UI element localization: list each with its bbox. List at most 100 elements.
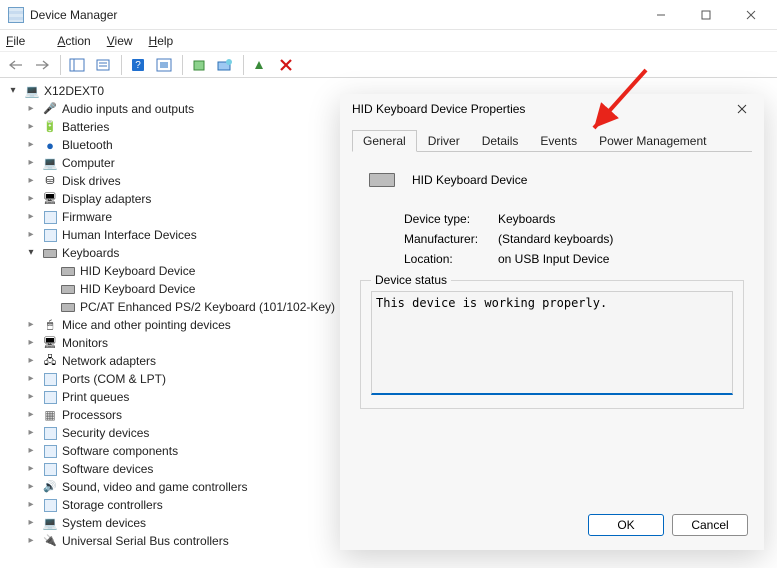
audio-icon <box>42 101 58 117</box>
expander-icon[interactable] <box>24 156 38 170</box>
app-icon <box>8 7 24 23</box>
pc-icon <box>42 515 58 531</box>
menu-view[interactable]: View <box>107 34 133 48</box>
tab-events[interactable]: Events <box>529 130 588 151</box>
expander-icon[interactable] <box>24 138 38 152</box>
device-name: HID Keyboard Device <box>412 173 527 187</box>
back-button[interactable] <box>4 54 28 76</box>
tree-item-label: Storage controllers <box>62 496 163 514</box>
tree-item-label: Mice and other pointing devices <box>62 316 231 334</box>
expander-icon[interactable] <box>6 84 20 98</box>
tab-driver[interactable]: Driver <box>417 130 471 151</box>
tree-item-label: Keyboards <box>62 244 119 262</box>
net-icon <box>42 353 58 369</box>
expander-icon[interactable] <box>24 246 38 260</box>
tree-item-label: Universal Serial Bus controllers <box>62 532 229 550</box>
mon-icon <box>42 335 58 351</box>
tree-item-label: Monitors <box>62 334 108 352</box>
tree-item-label: Batteries <box>62 118 109 136</box>
expander-icon[interactable] <box>24 462 38 476</box>
tree-item-label: Audio inputs and outputs <box>62 100 194 118</box>
pc-icon <box>42 155 58 171</box>
generic-icon <box>42 209 58 225</box>
toolbar-icon-1[interactable] <box>152 54 176 76</box>
enable-device-button[interactable] <box>248 54 272 76</box>
kbd-icon <box>60 299 76 315</box>
tree-item-label: Security devices <box>62 424 149 442</box>
expander-icon[interactable] <box>24 372 38 386</box>
expander-icon[interactable] <box>24 228 38 242</box>
bat-icon <box>42 119 58 135</box>
kbd-icon <box>60 281 76 297</box>
uninstall-device-button[interactable] <box>274 54 298 76</box>
expander-icon[interactable] <box>24 174 38 188</box>
tree-item-label: HID Keyboard Device <box>80 262 195 280</box>
tree-item-label: Print queues <box>62 388 129 406</box>
device-type-label: Device type: <box>404 212 498 226</box>
expander-icon[interactable] <box>24 354 38 368</box>
properties-button[interactable] <box>91 54 115 76</box>
expander-icon[interactable] <box>24 534 38 548</box>
expander-icon[interactable] <box>24 318 38 332</box>
pc-icon <box>24 83 40 99</box>
window-title: Device Manager <box>30 8 117 22</box>
minimize-button[interactable] <box>638 0 683 30</box>
menubar: File Action View Help <box>0 30 777 52</box>
tree-item-label: HID Keyboard Device <box>80 280 195 298</box>
tree-item-label: Disk drives <box>62 172 121 190</box>
generic-icon <box>42 371 58 387</box>
expander-icon[interactable] <box>24 336 38 350</box>
device-status-legend: Device status <box>371 273 451 287</box>
kbd-icon <box>42 245 58 261</box>
tab-general[interactable]: General <box>352 130 417 152</box>
expander-icon[interactable] <box>24 210 38 224</box>
menu-help[interactable]: Help <box>149 34 174 48</box>
ok-button[interactable]: OK <box>588 514 664 536</box>
generic-icon <box>42 461 58 477</box>
dialog-close-button[interactable] <box>726 95 758 123</box>
svg-text:?: ? <box>135 60 141 71</box>
tree-item-label: Computer <box>62 154 115 172</box>
bt-icon <box>42 137 58 153</box>
menu-action[interactable]: Action <box>57 34 90 48</box>
expander-icon[interactable] <box>24 480 38 494</box>
generic-icon <box>42 389 58 405</box>
expander-icon[interactable] <box>24 408 38 422</box>
tree-item-label: Processors <box>62 406 122 424</box>
cancel-button[interactable]: Cancel <box>672 514 748 536</box>
tab-details[interactable]: Details <box>471 130 530 151</box>
device-icon <box>366 164 398 196</box>
close-button[interactable] <box>728 0 773 30</box>
expander-icon[interactable] <box>24 426 38 440</box>
expander-icon[interactable] <box>24 444 38 458</box>
expander-icon[interactable] <box>24 516 38 530</box>
expander-icon[interactable] <box>24 498 38 512</box>
dialog-title: HID Keyboard Device Properties <box>352 102 525 116</box>
tree-item-label: System devices <box>62 514 146 532</box>
location-label: Location: <box>404 252 498 266</box>
device-status-text[interactable] <box>371 291 733 395</box>
expander-icon[interactable] <box>24 120 38 134</box>
expander-icon[interactable] <box>24 390 38 404</box>
maximize-button[interactable] <box>683 0 728 30</box>
tree-item-label: Firmware <box>62 208 112 226</box>
help-button[interactable]: ? <box>126 54 150 76</box>
update-driver-button[interactable] <box>187 54 211 76</box>
expander-icon[interactable] <box>24 192 38 206</box>
scan-hardware-button[interactable] <box>213 54 237 76</box>
mouse-icon <box>42 317 58 333</box>
generic-icon <box>42 425 58 441</box>
toolbar: ? <box>0 52 777 78</box>
usb-icon <box>42 533 58 549</box>
expander-icon[interactable] <box>24 102 38 116</box>
forward-button[interactable] <box>30 54 54 76</box>
tree-item-label: Software devices <box>62 460 153 478</box>
tab-power-management[interactable]: Power Management <box>588 130 717 151</box>
show-hide-tree-button[interactable] <box>65 54 89 76</box>
menu-file[interactable]: File <box>6 34 41 48</box>
tree-item-label: Bluetooth <box>62 136 113 154</box>
mon-icon <box>42 191 58 207</box>
location-value: on USB Input Device <box>498 252 609 266</box>
tree-item-label: PC/AT Enhanced PS/2 Keyboard (101/102-Ke… <box>80 298 335 316</box>
tree-item-label: Software components <box>62 442 178 460</box>
